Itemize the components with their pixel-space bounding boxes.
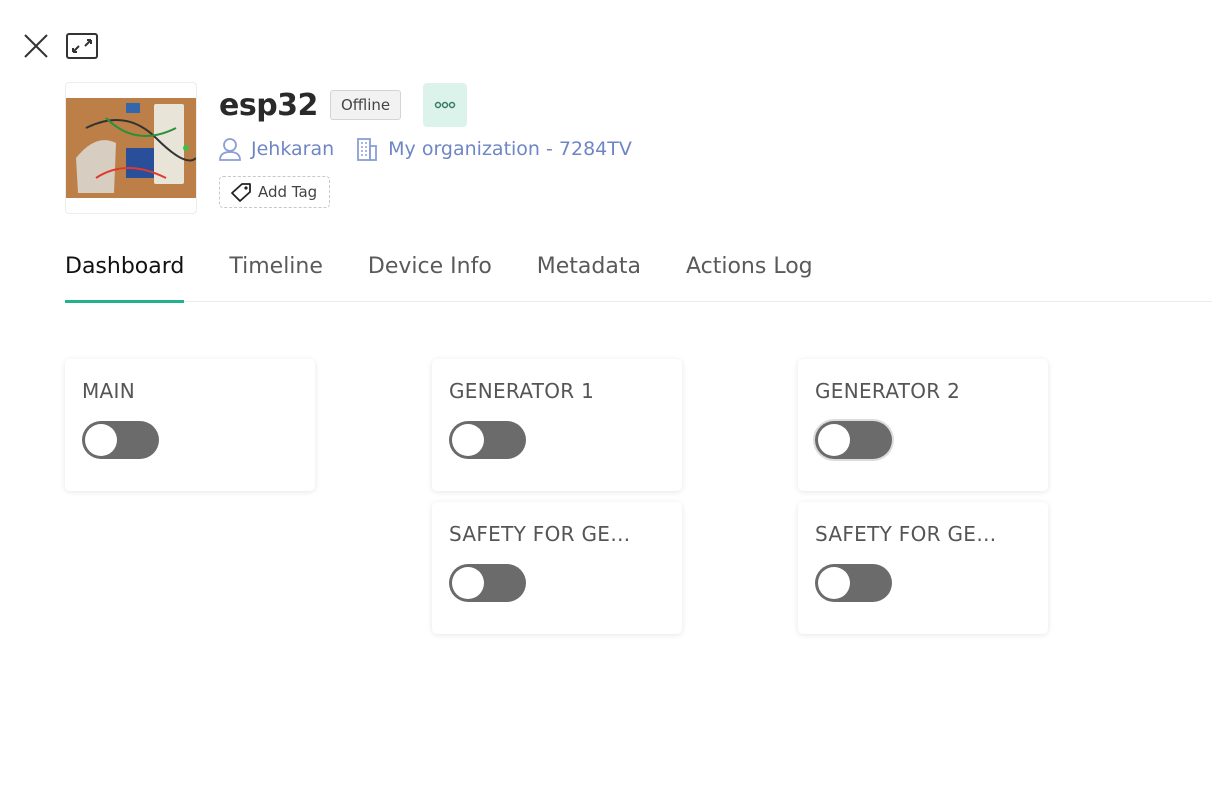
switch-knob [452,567,484,599]
organization-name: My organization - 7284TV [388,138,632,160]
add-tag-label: Add Tag [258,183,318,201]
tab-device-info[interactable]: Device Info [368,250,492,302]
safety-2-switch[interactable] [815,564,892,602]
generator-1-switch[interactable] [449,421,526,459]
widget-title: SAFETY FOR GE… [815,522,997,546]
tab-bar: Dashboard Timeline Device Info Metadata … [65,250,1212,303]
switch-knob [85,424,117,456]
tag-icon [231,183,251,202]
widget-title: GENERATOR 1 [449,379,595,403]
widget-main: MAIN [65,359,315,491]
owner-link[interactable]: Jehkaran [219,137,334,161]
building-icon [357,138,378,161]
expand-icon[interactable] [66,30,98,62]
close-icon[interactable] [20,30,52,62]
widget-generator-2: GENERATOR 2 [798,359,1048,491]
user-icon [219,138,241,161]
more-icon [434,101,456,109]
status-badge: Offline [329,90,402,120]
organization-link[interactable]: My organization - 7284TV [356,137,632,161]
switch-knob [452,424,484,456]
widget-title: SAFETY FOR GE… [449,522,631,546]
widget-safety-generator-2: SAFETY FOR GE… [798,502,1048,634]
device-image [65,82,197,214]
widget-title: MAIN [82,379,135,403]
safety-1-switch[interactable] [449,564,526,602]
switch-knob [818,567,850,599]
more-button[interactable] [423,83,468,127]
device-info: esp32 Offline Jehkaran My organization -… [219,82,654,214]
tab-actions-log[interactable]: Actions Log [686,250,813,302]
meta-row: Jehkaran My organization - 7284TV [219,134,654,164]
title-row: esp32 Offline [219,82,654,128]
device-header: esp32 Offline Jehkaran My organization -… [65,82,654,214]
main-switch[interactable] [82,421,159,459]
switch-knob [818,424,850,456]
owner-name: Jehkaran [251,138,335,160]
tab-timeline[interactable]: Timeline [229,250,323,302]
widget-generator-1: GENERATOR 1 [432,359,682,491]
tab-dashboard[interactable]: Dashboard [65,250,185,303]
device-name: esp32 [219,87,318,123]
widget-title: GENERATOR 2 [815,379,961,403]
widget-safety-generator-1: SAFETY FOR GE… [432,502,682,634]
add-tag-button[interactable]: Add Tag [219,176,331,208]
tab-metadata[interactable]: Metadata [537,250,641,302]
window-controls [20,30,98,62]
generator-2-switch[interactable] [815,421,892,459]
